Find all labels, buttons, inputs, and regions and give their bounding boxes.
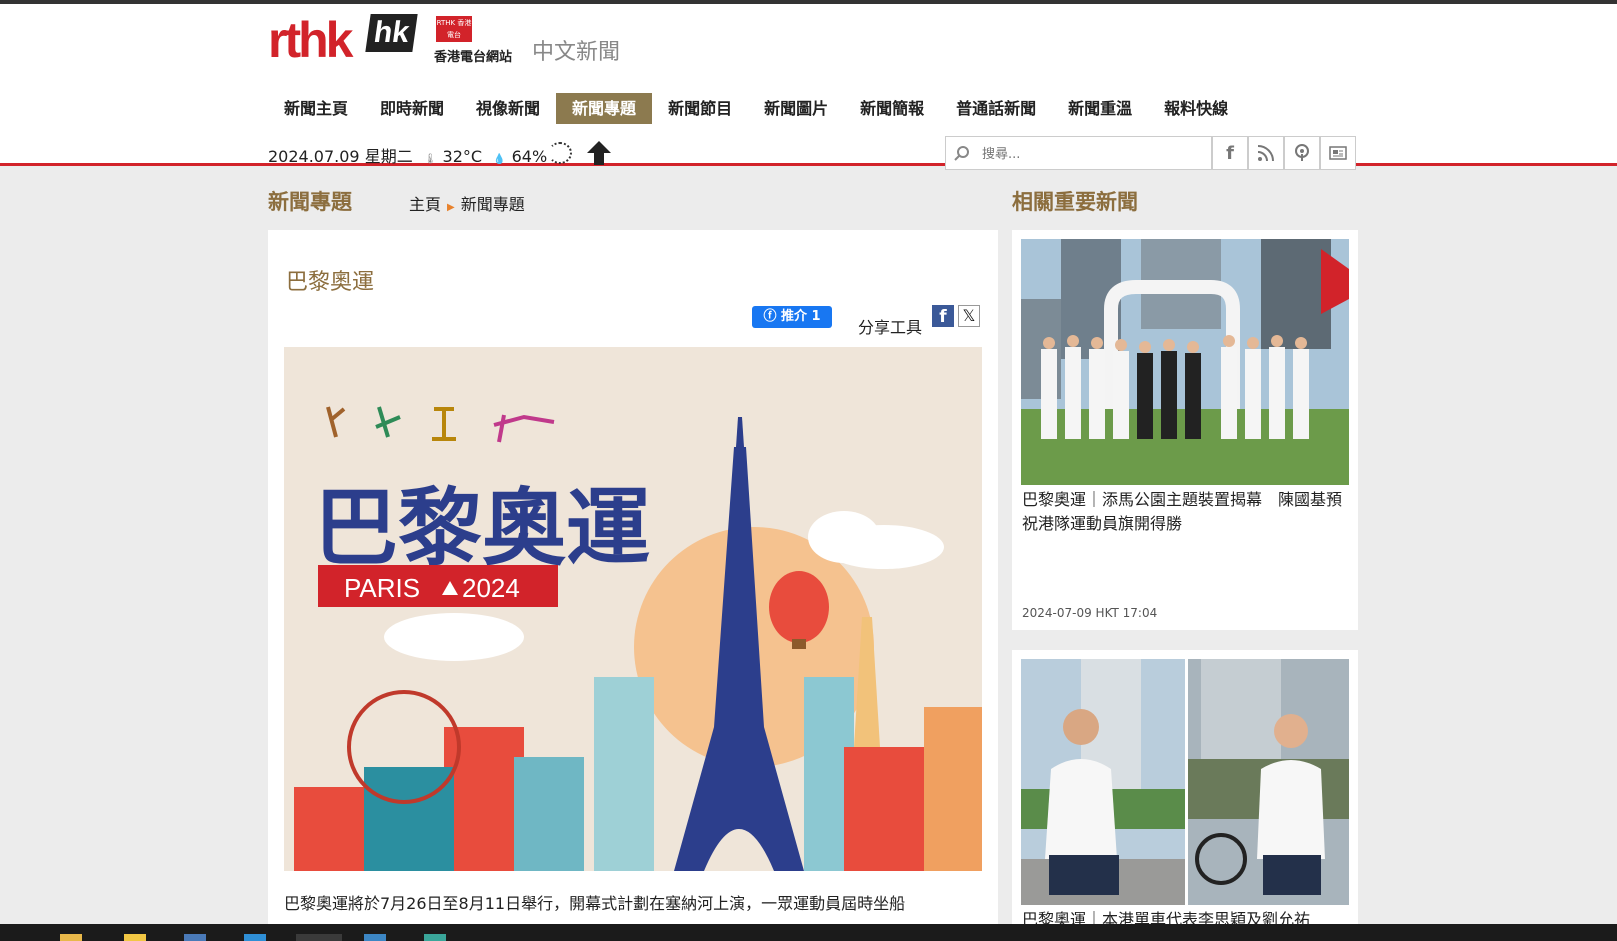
banner-year: 2024 [462,573,520,603]
weather-icon [548,142,572,164]
nav-item-photos[interactable]: 新聞圖片 [748,93,844,124]
app-icon[interactable] [124,934,146,941]
related-news-time: 2024-07-09 HKT 17:04 [1022,606,1158,620]
nav-item-instant-news[interactable]: 即時新聞 [364,93,460,124]
logo-hk-text: hk [365,14,418,52]
like-label: 推介 1 [780,309,821,324]
podcast-icon[interactable] [1284,136,1320,170]
related-news-image[interactable] [1021,239,1349,485]
newspaper-icon[interactable] [1320,136,1356,170]
banner-subtitle: PARIS [344,573,420,603]
share-facebook-icon[interactable]: f [932,305,954,327]
logo-badge: RTHK 香港電台 [436,16,472,42]
info-bar: 2024.07.09 星期二 🌡 32°C 💧 64% f [268,136,1358,170]
humidity-icon: 💧 [493,154,506,165]
search-input[interactable] [982,143,1202,165]
search-box [945,136,1212,170]
app-icon[interactable] [424,934,446,941]
rthk-logo[interactable]: rthk hk RTHK 香港電台 香港電台網站 中文新聞 [268,12,628,68]
tamar-park-photo [1021,239,1349,485]
facebook-icon[interactable]: f [1212,136,1248,170]
chrome-icon[interactable] [296,934,342,941]
paris-olympics-illustration: 巴黎奧運 PARIS 2024 [284,347,982,871]
app-icon[interactable] [244,934,266,941]
weekday-text: 星期二 [364,147,413,166]
banner-title: 巴黎奧運 [314,479,650,577]
related-news-card[interactable]: 巴黎奧運｜本港單車代表李思穎及劉允祐 [1012,650,1358,941]
related-news-title: 相關重要新聞 [1012,190,1138,214]
nav-item-video-news[interactable]: 視像新聞 [460,93,556,124]
nav-item-putonghua[interactable]: 普通話新聞 [940,93,1052,124]
nav-item-briefing[interactable]: 新聞簡報 [844,93,940,124]
nav-item-programmes[interactable]: 新聞節目 [652,93,748,124]
facebook-like-button[interactable]: ⓕ 推介 1 [752,306,832,328]
site-header: rthk hk RTHK 香港電台 香港電台網站 中文新聞 新聞主頁 即時新聞 … [0,4,1617,170]
breadcrumb-arrow-icon: ▶ [447,202,455,213]
article-banner-image: 巴黎奧運 PARIS 2024 [284,347,982,871]
weather-info: 2024.07.09 星期二 🌡 32°C 💧 64% [268,143,547,167]
nav-item-replay[interactable]: 新聞重溫 [1052,93,1148,124]
temperature-text: 32°C [442,147,483,166]
app-icon[interactable] [184,934,206,941]
signal-arrow-icon [587,141,611,165]
section-name: 中文新聞 [532,40,621,65]
logo-rthk-text: rthk [268,12,353,68]
os-taskbar [0,924,1617,941]
share-x-icon[interactable]: 𝕏 [958,305,980,327]
cyclists-photo [1021,659,1349,905]
breadcrumb-current[interactable]: 新聞專題 [461,195,525,214]
humidity-text: 64% [511,147,548,166]
article-title: 巴黎奧運 [286,270,375,295]
logo-subtitle: 香港電台網站 [434,50,513,65]
nav-item-hotline[interactable]: 報料快線 [1148,93,1244,124]
related-news-headline[interactable]: 巴黎奧運｜添馬公園主題裝置揭幕 陳國基預祝港隊運動員旗開得勝 [1022,488,1352,536]
breadcrumb: 主頁 ▶ 新聞專題 [409,191,525,215]
share-tools-label: 分享工具 [858,318,923,337]
main-nav: 新聞主頁 即時新聞 視像新聞 新聞專題 新聞節目 新聞圖片 新聞簡報 普通話新聞… [268,93,1244,124]
temperature-icon: 🌡 [423,154,437,165]
article-body: 巴黎奧運將於7月26日至8月11日舉行，開幕式計劃在塞納河上演，一眾運動員屆時坐… [284,894,906,913]
search-icon[interactable] [954,145,970,161]
related-news-card[interactable]: 巴黎奧運｜添馬公園主題裝置揭幕 陳國基預祝港隊運動員旗開得勝 2024-07-0… [1012,230,1358,630]
file-explorer-icon[interactable] [60,934,82,941]
app-icon[interactable] [364,934,386,941]
page-title: 新聞專題 [268,190,352,214]
rss-icon[interactable] [1248,136,1284,170]
facebook-like-icon: ⓕ [763,309,781,324]
nav-item-features[interactable]: 新聞專題 [556,93,653,124]
related-news-image[interactable] [1021,659,1349,905]
date-text: 2024.07.09 [268,147,360,166]
breadcrumb-home[interactable]: 主頁 [409,195,441,214]
nav-item-news-home[interactable]: 新聞主頁 [268,93,364,124]
article-card: 巴黎奧運 ⓕ 推介 1 分享工具 f 𝕏 巴黎奧運 PARIS 2024 巴黎奧… [268,230,998,941]
